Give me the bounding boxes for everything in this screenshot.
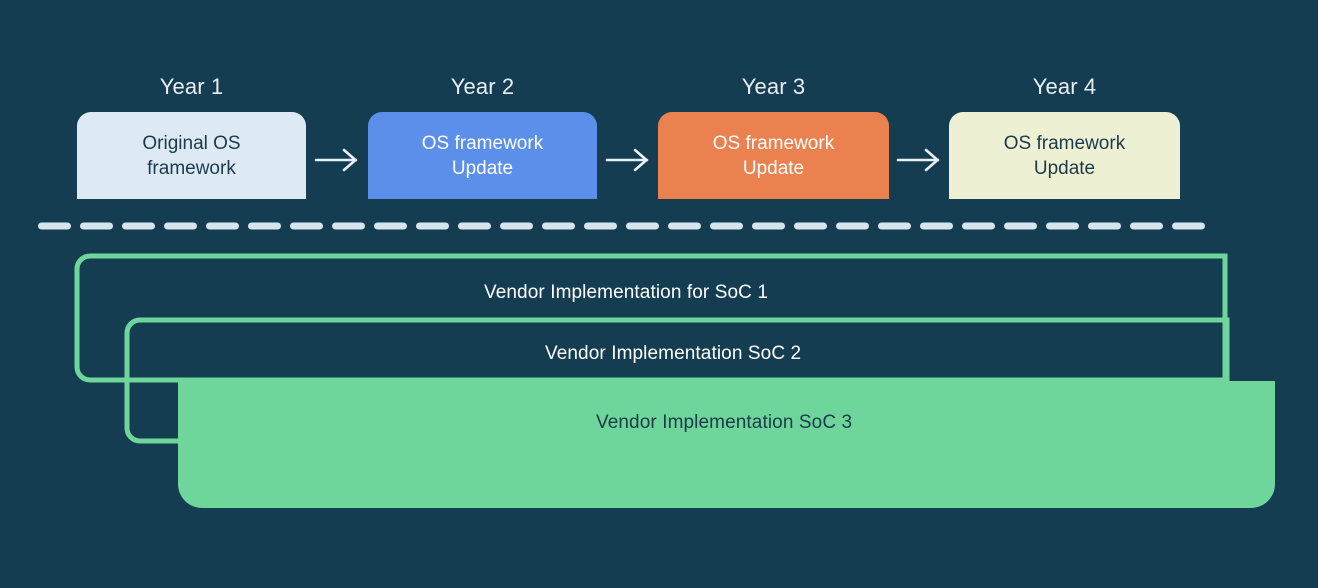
soc3-band-fill bbox=[178, 381, 1275, 508]
soc1-label: Vendor Implementation for SoC 1 bbox=[484, 282, 769, 303]
soc2-label: Vendor Implementation SoC 2 bbox=[545, 343, 802, 364]
soc3-label: Vendor Implementation SoC 3 bbox=[596, 412, 853, 433]
os-update-timeline-diagram: Year 1 Original OS framework Year 2 OS f… bbox=[0, 0, 1318, 588]
